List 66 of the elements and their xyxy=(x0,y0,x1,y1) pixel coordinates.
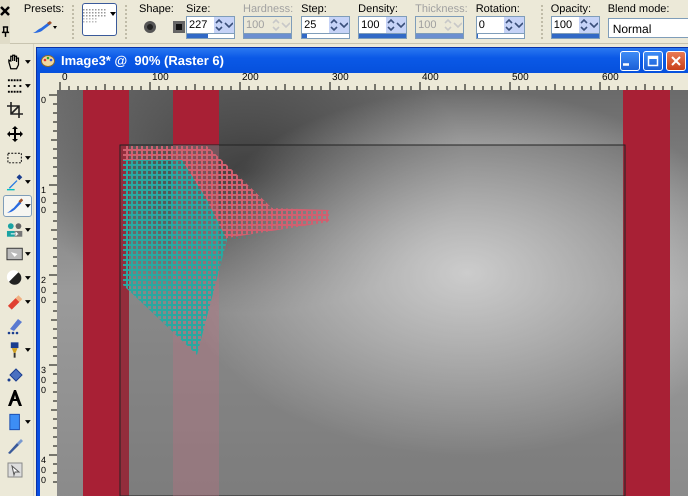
crop-tool-icon xyxy=(6,101,24,119)
maximize-button[interactable] xyxy=(643,50,663,70)
field-label: Step: xyxy=(301,3,328,15)
picture-tool-icon xyxy=(6,245,24,263)
slider-track[interactable] xyxy=(476,34,525,39)
caret-icon xyxy=(25,204,31,208)
ruler-label: 0 xyxy=(62,73,68,83)
minimize-icon xyxy=(623,63,629,66)
blend-mode-label: Blend mode: xyxy=(608,3,670,15)
pen-tool-icon xyxy=(6,437,24,455)
caret-icon xyxy=(25,276,31,280)
marker-tool-icon xyxy=(6,317,24,335)
caret-icon xyxy=(25,84,31,88)
caret-icon xyxy=(25,228,31,232)
brush-tip-dropdown[interactable] xyxy=(82,3,117,36)
field-label: Opacity: xyxy=(550,3,592,15)
ruler-label: 400 xyxy=(41,456,48,486)
round-shape-icon[interactable] xyxy=(143,20,157,34)
move-tool-icon xyxy=(6,125,24,143)
ruler-label: 100 xyxy=(152,73,169,83)
caret-icon xyxy=(25,156,31,160)
field-label: Rotation: xyxy=(476,3,521,15)
caret-icon xyxy=(25,300,31,304)
ruler-label: 400 xyxy=(422,73,439,83)
text-tool-icon xyxy=(6,389,24,407)
caret-icon xyxy=(25,60,31,64)
dodge-tool-icon xyxy=(6,269,24,287)
blend-mode-dropdown[interactable]: Normal xyxy=(608,18,688,38)
field-label: Thickness: xyxy=(415,3,468,15)
field-label: Size: xyxy=(186,3,212,15)
dropper-tool-icon xyxy=(6,173,24,191)
marquee-tool-icon xyxy=(6,77,24,95)
field-label: Density: xyxy=(358,3,399,15)
close-button[interactable] xyxy=(666,50,686,70)
deform-tool-icon xyxy=(6,461,24,479)
slider-track[interactable] xyxy=(301,34,350,39)
ruler-label: 200 xyxy=(242,73,259,83)
caret-icon xyxy=(110,12,116,16)
window-title: Image3* @ 90% (Raster 6) xyxy=(61,53,225,68)
brush-tip-icon xyxy=(83,8,106,24)
caret-icon xyxy=(25,348,31,352)
ruler-label: 200 xyxy=(41,276,48,306)
pin-icon[interactable] xyxy=(0,26,10,37)
shape-label: Shape: xyxy=(139,3,175,15)
ruler-label: 300 xyxy=(41,366,48,396)
caret-icon xyxy=(25,420,31,424)
presets-label: Presets: xyxy=(24,3,64,15)
maximize-icon xyxy=(647,54,659,66)
ruler-label: 500 xyxy=(512,73,529,83)
ruler-label: 100 xyxy=(41,186,48,216)
brush-tool-icon xyxy=(6,197,24,215)
slider-track[interactable] xyxy=(186,34,235,39)
close-icon xyxy=(670,54,682,66)
ruler-label: 600 xyxy=(602,73,619,83)
ruler-label: 300 xyxy=(332,73,349,83)
field-label: Hardness: xyxy=(243,3,294,15)
palette-icon xyxy=(41,54,55,68)
caret-icon xyxy=(25,180,31,184)
eraser-tool-icon xyxy=(6,293,24,311)
brush-icon xyxy=(31,20,57,34)
square-shape-icon[interactable] xyxy=(172,20,186,34)
minimize-button[interactable] xyxy=(620,50,640,70)
close-icon[interactable] xyxy=(0,6,10,16)
caret-icon xyxy=(25,252,31,256)
stamp-tool-icon xyxy=(6,221,24,239)
ruler-label: 0 xyxy=(41,96,48,106)
